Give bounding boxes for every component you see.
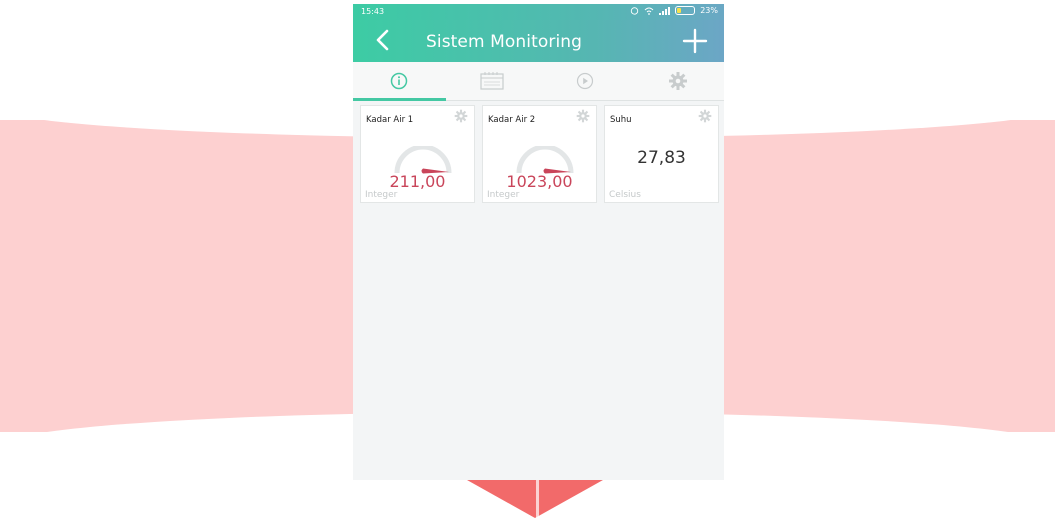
add-widget-button[interactable] — [682, 28, 708, 54]
widget-title: Kadar Air 1 — [366, 115, 414, 125]
widget-settings-icon[interactable] — [454, 109, 468, 123]
calendar-icon — [480, 72, 504, 90]
widget-unit: Integer — [365, 190, 398, 200]
phone-screen: 15:43 23% Sistem Monitoring Kadar Air 1 … — [353, 4, 724, 480]
widget-card-kadar-air-2[interactable]: Kadar Air 2 1023,00 Integer — [482, 105, 597, 203]
signal-icon — [659, 6, 671, 15]
tab-calendar[interactable] — [446, 62, 539, 100]
tab-settings[interactable] — [631, 62, 724, 100]
widget-card-kadar-air-1[interactable]: Kadar Air 1 211,00 Integer — [360, 105, 475, 203]
widget-unit: Integer — [487, 190, 520, 200]
back-arrow-icon — [376, 29, 389, 51]
tab-bar — [353, 62, 724, 101]
tab-play[interactable] — [539, 62, 632, 100]
wifi-icon — [644, 7, 654, 15]
plus-icon — [682, 28, 708, 54]
widget-title: Kadar Air 2 — [488, 115, 536, 125]
widget-settings-icon[interactable] — [698, 109, 712, 123]
widget-value: 27,83 — [637, 148, 686, 168]
battery-percent: 23% — [700, 6, 718, 15]
widget-value: 1023,00 — [506, 172, 573, 191]
active-tab-indicator — [353, 98, 446, 101]
background-arrow-divider — [536, 480, 539, 518]
play-icon — [576, 72, 593, 90]
status-bar: 15:43 23% — [353, 4, 724, 20]
widget-title: Suhu — [610, 115, 632, 125]
alarm-icon — [631, 7, 639, 15]
back-button[interactable] — [371, 26, 395, 54]
status-time: 15:43 — [361, 7, 385, 16]
info-icon — [391, 72, 408, 90]
widget-card-suhu[interactable]: Suhu 27,83 Celsius — [604, 105, 719, 203]
battery-icon — [675, 6, 696, 15]
status-icons: 23% — [630, 6, 718, 15]
gauge-dial — [516, 146, 574, 174]
tab-info[interactable] — [353, 62, 446, 100]
background-arrow — [467, 480, 603, 518]
widget-unit: Celsius — [609, 190, 641, 200]
widget-settings-icon[interactable] — [576, 109, 590, 123]
gauge-dial — [394, 146, 452, 174]
widget-grid: Kadar Air 1 211,00 Integer Kadar Air 2 1… — [360, 105, 719, 203]
app-bar: Sistem Monitoring — [353, 20, 724, 62]
page-title: Sistem Monitoring — [426, 32, 583, 52]
gear-icon — [668, 72, 687, 90]
widget-value: 211,00 — [389, 172, 446, 191]
